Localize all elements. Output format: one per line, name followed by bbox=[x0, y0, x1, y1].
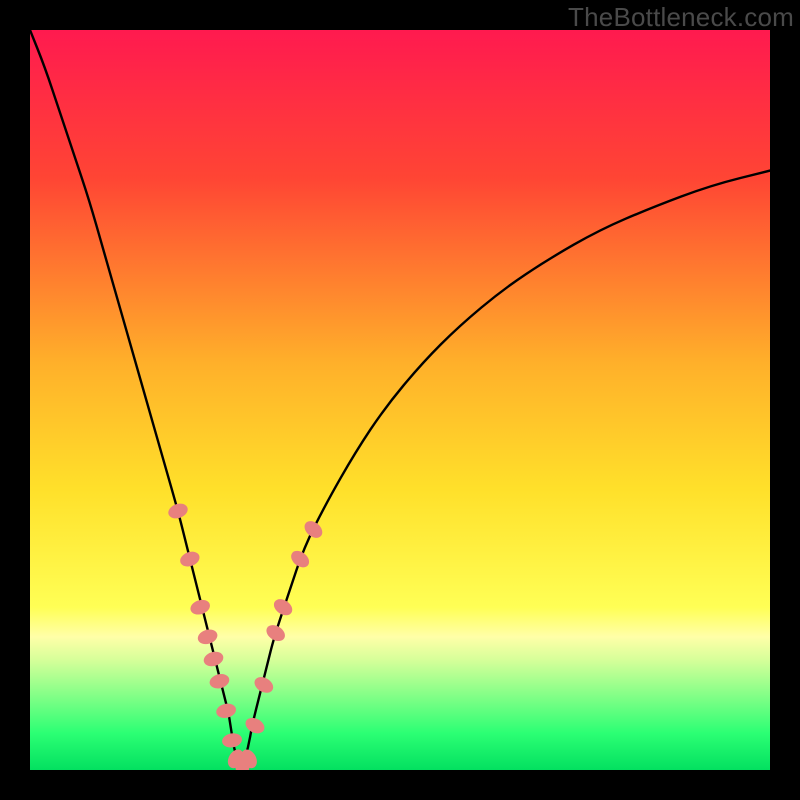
chart-container: TheBottleneck.com bbox=[0, 0, 800, 800]
gradient-background bbox=[30, 30, 770, 770]
plot-area bbox=[30, 30, 770, 770]
watermark-text: TheBottleneck.com bbox=[568, 2, 794, 33]
chart-svg bbox=[30, 30, 770, 770]
